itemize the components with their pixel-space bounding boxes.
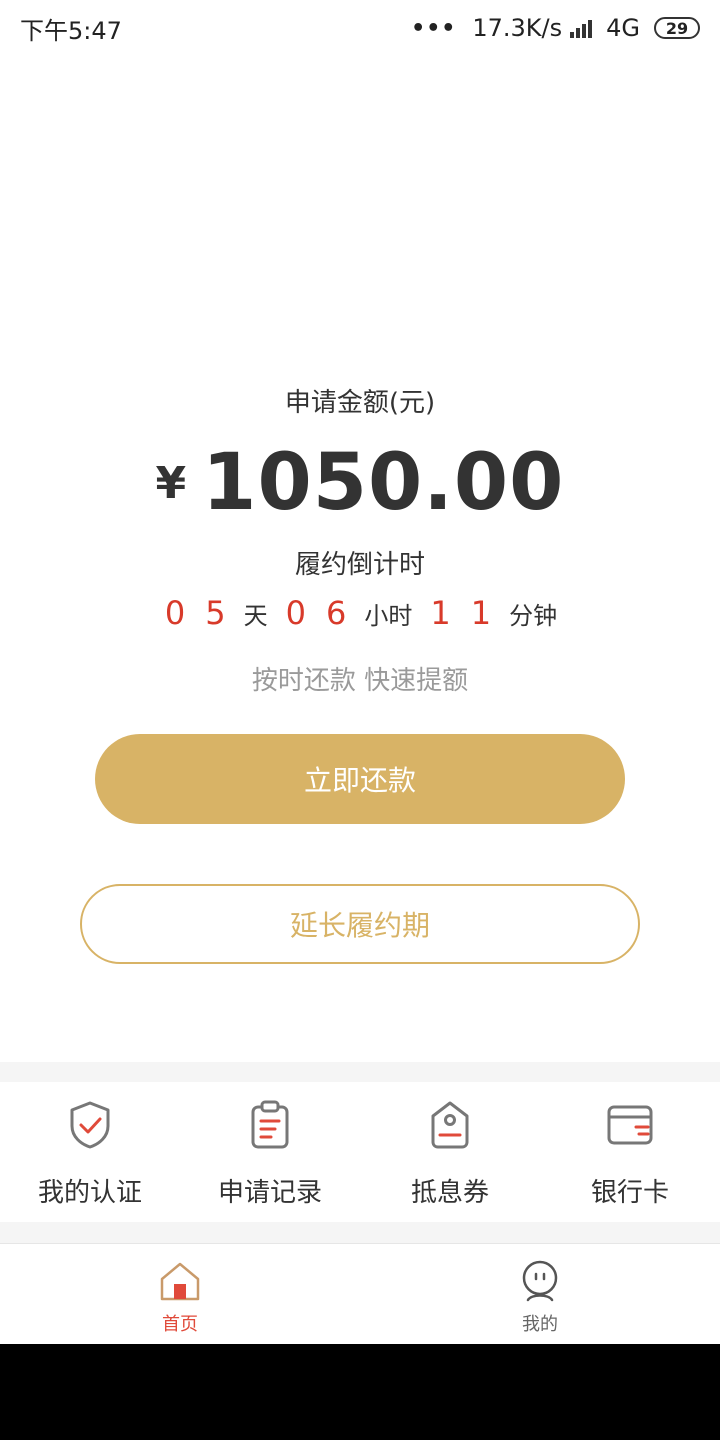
amount-value: 1050.00 <box>202 438 565 528</box>
clipboard-icon <box>245 1098 295 1152</box>
countdown-hours-digit: 0 <box>285 594 306 632</box>
quick-menu-label: 申请记录 <box>217 1178 322 1208</box>
shield-check-icon <box>65 1098 115 1152</box>
extend-period-button[interactable]: 延长履约期 <box>80 884 640 964</box>
quick-menu-label: 抵息券 <box>410 1178 489 1208</box>
battery-icon: 29 <box>654 17 700 39</box>
network-type: 4G <box>606 14 640 42</box>
coupon-tag-icon <box>425 1098 475 1152</box>
status-time: 下午5:47 <box>20 16 122 45</box>
bottom-tab-bar: 首页 我的 <box>0 1244 720 1344</box>
countdown-minutes-digit: 1 <box>470 594 492 632</box>
quick-menu-label: 银行卡 <box>590 1178 669 1208</box>
bank-card-icon <box>605 1098 655 1152</box>
quick-menu-bank-card[interactable]: 银行卡 <box>540 1082 720 1222</box>
quick-menu-application-records[interactable]: 申请记录 <box>180 1082 360 1222</box>
signal-icon <box>570 18 598 38</box>
countdown-minutes-unit: 分钟 <box>509 602 558 630</box>
section-divider <box>0 1222 720 1244</box>
tab-label: 首页 <box>162 1314 198 1335</box>
app-screen: 下午5:47 ••• 17.3K/s 4G 29 申请金额(元) ¥ 1050.… <box>0 0 720 1440</box>
quick-menu-interest-coupon[interactable]: 抵息券 <box>360 1082 540 1222</box>
profile-face-icon <box>519 1260 561 1306</box>
status-bar: 下午5:47 ••• 17.3K/s 4G 29 <box>0 0 720 56</box>
countdown-days-digit: 5 <box>205 594 226 632</box>
tab-home[interactable]: 首页 <box>0 1244 360 1344</box>
loan-summary: 申请金额(元) ¥ 1050.00 履约倒计时 0 5 天 0 6 小时 1 1… <box>0 380 720 706</box>
quick-menu-label: 我的认证 <box>37 1178 142 1208</box>
quick-menu-my-certification[interactable]: 我的认证 <box>0 1082 180 1222</box>
repay-now-button[interactable]: 立即还款 <box>95 734 625 824</box>
home-icon <box>159 1260 201 1306</box>
network-speed: 17.3K/s <box>472 14 563 42</box>
tab-mine[interactable]: 我的 <box>360 1244 720 1344</box>
currency-symbol: ¥ <box>155 457 187 509</box>
more-dots-icon: ••• <box>411 15 457 41</box>
system-navigation-bar <box>0 1344 720 1440</box>
countdown-days-unit: 天 <box>243 602 268 630</box>
countdown: 0 5 天 0 6 小时 1 1 分钟 <box>0 594 720 644</box>
status-indicators: ••• 17.3K/s 4G 29 <box>411 14 700 42</box>
countdown-label: 履约倒计时 <box>294 550 425 580</box>
amount-row: ¥ 1050.00 <box>0 438 720 528</box>
countdown-days-digit: 0 <box>164 594 186 632</box>
countdown-hours-digit: 6 <box>326 594 347 632</box>
quick-menu: 我的认证 申请记录 抵息券 银行卡 <box>0 1082 720 1222</box>
slogan-text: 按时还款 快速提额 <box>251 666 469 696</box>
countdown-minutes-digit: 1 <box>430 594 451 632</box>
tab-label: 我的 <box>522 1314 558 1335</box>
apply-amount-label: 申请金额(元) <box>284 388 436 418</box>
countdown-hours-unit: 小时 <box>364 602 413 630</box>
section-divider <box>0 1062 720 1082</box>
